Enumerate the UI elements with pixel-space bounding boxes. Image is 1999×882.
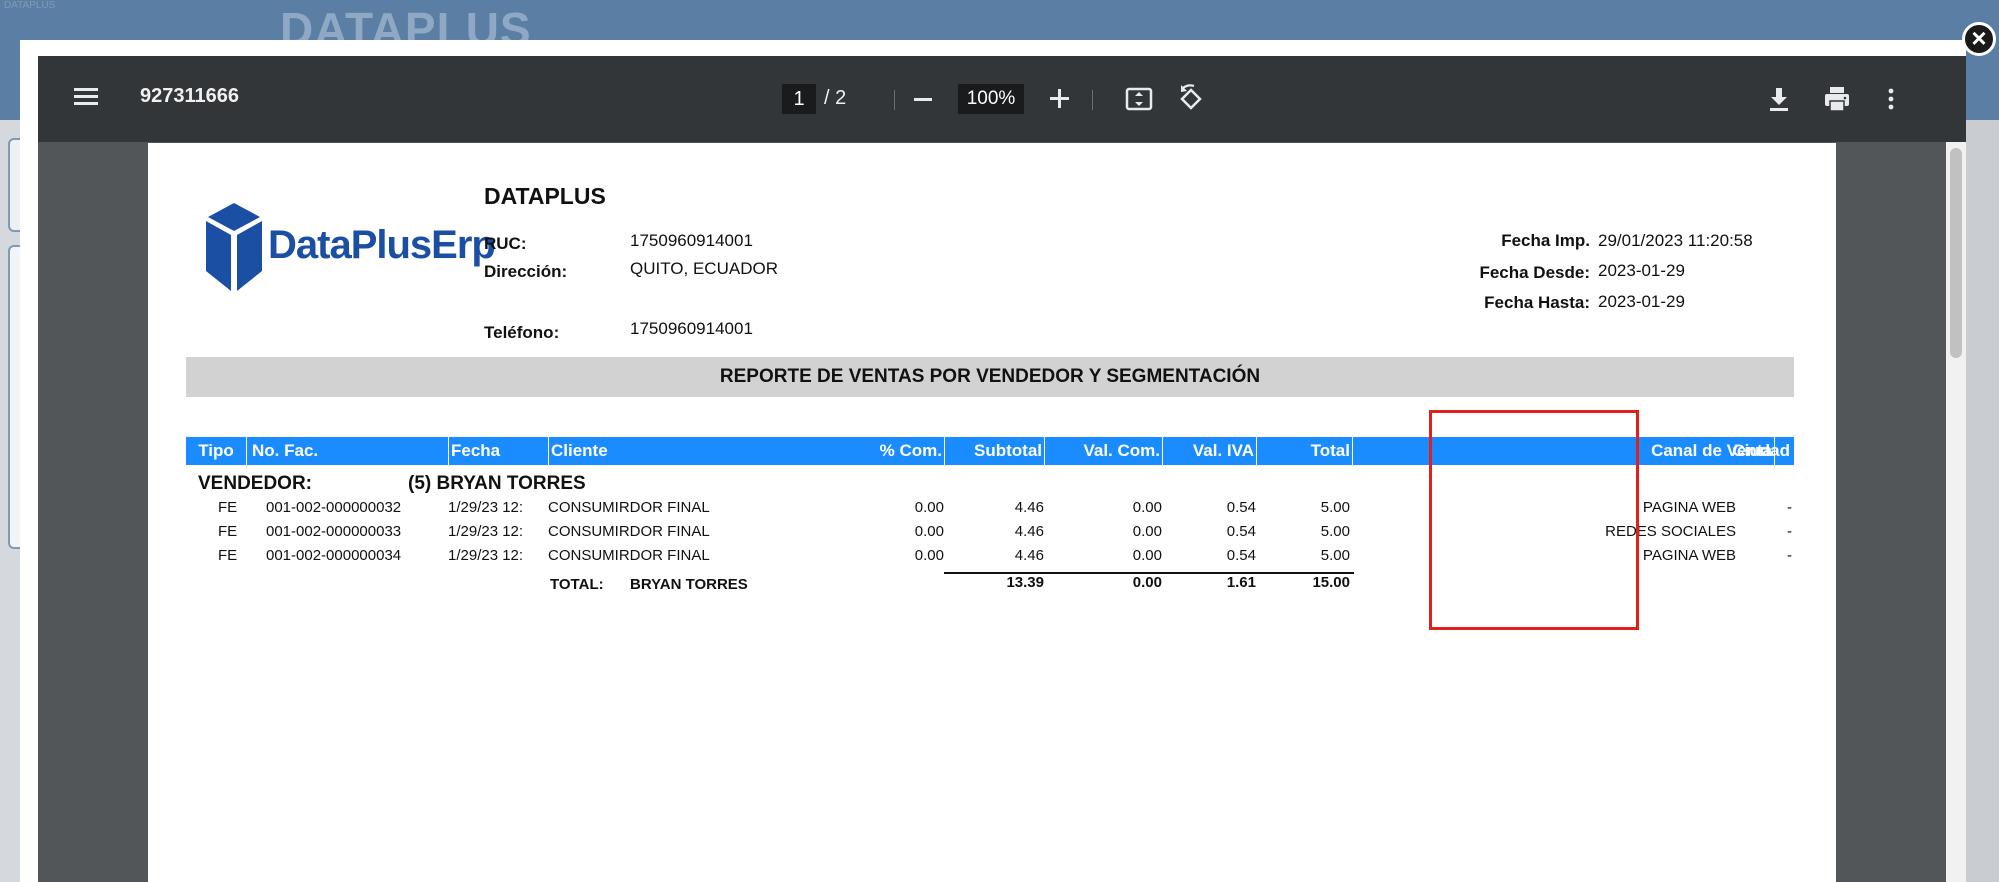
- cell-valcom: 0.00: [1132, 523, 1162, 540]
- cell-fecha: 1/29/23 12:: [448, 547, 524, 564]
- fecha-desde-value: 2023-01-29: [1598, 261, 1685, 280]
- telefono-label: Teléfono:: [484, 323, 560, 342]
- dataplus-logo-icon: [206, 203, 262, 291]
- vendedor-label: VENDEDOR:: [198, 473, 313, 494]
- total-total: 15.00: [1312, 574, 1350, 591]
- fecha-imp-value: 29/01/2023 11:20:58: [1598, 231, 1753, 250]
- total-valiva: 1.61: [1226, 574, 1256, 591]
- column-header-cliente: Cliente: [548, 437, 851, 465]
- company-name: DATAPLUS: [484, 183, 606, 209]
- column-header-com: % Com.: [852, 437, 945, 465]
- cell-tipo: FE: [218, 499, 238, 516]
- report-title: REPORTE DE VENTAS POR VENDEDOR Y SEGMENT…: [719, 366, 1261, 387]
- page-count: / 2: [824, 87, 847, 109]
- cell-com: 0.00: [914, 523, 944, 540]
- cell-cliente: CONSUMIRDOR FINAL: [548, 523, 710, 540]
- print-icon[interactable]: [1820, 82, 1854, 116]
- report-title-banner: REPORTE DE VENTAS POR VENDEDOR Y SEGMENT…: [186, 357, 1794, 397]
- total-subtotal: 13.39: [1006, 574, 1044, 591]
- zoom-input[interactable]: 100%: [958, 84, 1024, 114]
- ruc-value: 1750960914001: [630, 231, 753, 250]
- scrollbar-thumb[interactable]: [1950, 148, 1962, 358]
- column-header-subtotal: Subtotal: [946, 437, 1045, 465]
- cell-cliente: CONSUMIRDOR FINAL: [548, 499, 710, 516]
- cell-tipo: FE: [218, 523, 238, 540]
- column-header-total: Total: [1258, 437, 1353, 465]
- download-icon[interactable]: [1762, 82, 1796, 116]
- cell-nofac: 001-002-000000033: [266, 523, 402, 540]
- column-header-valiva: Val. IVA: [1164, 437, 1257, 465]
- rotate-icon[interactable]: [1174, 82, 1208, 116]
- pdf-toolbar: 927311666 1 / 2 100%: [38, 56, 1966, 142]
- more-icon[interactable]: [1874, 82, 1908, 116]
- total-name: BRYAN TORRES: [630, 576, 748, 593]
- cell-valcom: 0.00: [1132, 499, 1162, 516]
- cell-fecha: 1/29/23 12:: [448, 523, 524, 540]
- toolbar-divider: [1092, 90, 1093, 110]
- close-icon[interactable]: ×: [1962, 22, 1996, 56]
- cell-nofac: 001-002-000000034: [266, 547, 402, 564]
- cell-com: 0.00: [914, 547, 944, 564]
- cell-total: 5.00: [1320, 547, 1350, 564]
- canal-de-venta-highlight: [1429, 410, 1639, 630]
- cell-total: 5.00: [1320, 523, 1350, 540]
- fecha-desde-label: Fecha Desde:: [1479, 263, 1590, 282]
- column-header-valcom: Val. Com.: [1046, 437, 1163, 465]
- cell-com: 0.00: [914, 499, 944, 516]
- cell-valiva: 0.54: [1226, 547, 1256, 564]
- fecha-hasta-value: 2023-01-29: [1598, 292, 1685, 311]
- column-header-nofac: No. Fac.: [252, 441, 319, 460]
- cell-valiva: 0.54: [1226, 499, 1256, 516]
- cell-total: 5.00: [1320, 499, 1350, 516]
- cell-ciudad: -: [1787, 523, 1792, 540]
- pdf-viewer: 927311666 1 / 2 100% DataPlusErp DATAPLU…: [38, 56, 1966, 882]
- cell-subtotal: 4.46: [1014, 499, 1044, 516]
- direccion-value: QUITO, ECUADOR: [630, 259, 778, 278]
- logo-text: DataPlusErp: [268, 223, 496, 267]
- file-title: 927311666: [140, 85, 240, 107]
- total-valcom: 0.00: [1132, 574, 1162, 591]
- menu-icon[interactable]: [74, 84, 100, 114]
- cell-subtotal: 4.46: [1014, 523, 1044, 540]
- cell-ciudad: -: [1787, 499, 1792, 516]
- total-label: TOTAL:: [550, 576, 604, 593]
- fecha-imp-label: Fecha Imp.: [1501, 231, 1590, 250]
- telefono-value: 1750960914001: [630, 319, 753, 338]
- column-header-tipo: Tipo: [186, 437, 247, 465]
- fit-page-icon[interactable]: [1122, 82, 1156, 116]
- cell-ciudad: -: [1787, 547, 1792, 564]
- fecha-hasta-label: Fecha Hasta:: [1484, 293, 1590, 312]
- cell-tipo: FE: [218, 547, 238, 564]
- zoom-in-icon[interactable]: [1048, 84, 1072, 114]
- cell-fecha: 1/29/23 12:: [448, 499, 524, 516]
- vendedor-name: (5) BRYAN TORRES: [408, 473, 586, 494]
- direccion-label: Dirección:: [484, 262, 568, 281]
- cell-cliente: CONSUMIRDOR FINAL: [548, 547, 710, 564]
- column-header-fecha: Fecha: [448, 437, 547, 465]
- ruc-label: RUC:: [484, 234, 527, 253]
- page-number-input[interactable]: 1: [782, 84, 816, 114]
- cell-subtotal: 4.46: [1014, 547, 1044, 564]
- toolbar-divider: [894, 90, 895, 110]
- background-tiny-text: DATAPLUS: [4, 0, 56, 11]
- cell-nofac: 001-002-000000032: [266, 499, 402, 516]
- zoom-out-icon[interactable]: [914, 98, 932, 101]
- cell-valcom: 0.00: [1132, 547, 1162, 564]
- cell-valiva: 0.54: [1226, 523, 1256, 540]
